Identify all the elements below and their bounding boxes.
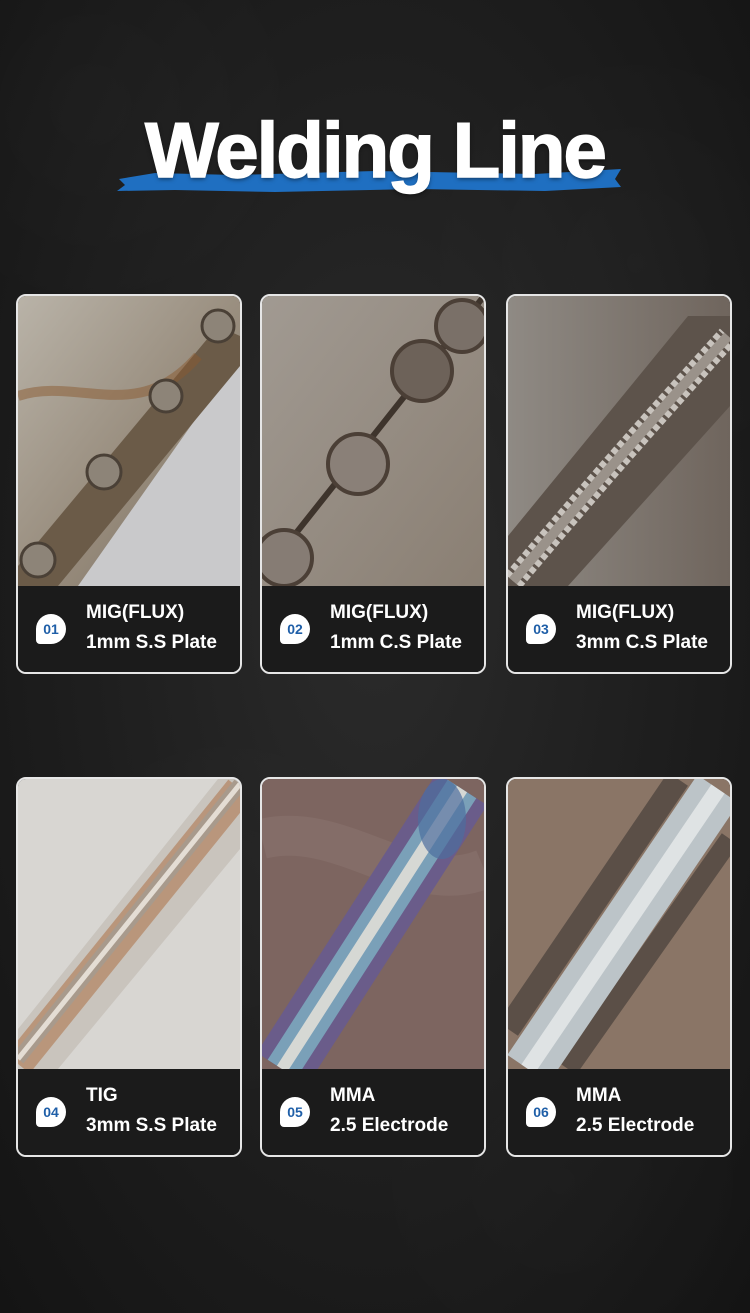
weld-photo: [262, 779, 484, 1069]
weld-card-1: 01 MIG(FLUX) 1mm S.S Plate: [16, 294, 242, 674]
process-label: MMA: [330, 1085, 376, 1106]
weld-photo: [262, 296, 484, 586]
process-label: MIG(FLUX): [86, 602, 185, 623]
weld-card-3: 03 MIG(FLUX) 3mm C.S Plate: [506, 294, 732, 674]
page-title: Welding Line: [144, 105, 607, 195]
number-badge: 01: [36, 614, 66, 644]
weld-photo: [508, 296, 730, 586]
weld-card-4: 04 TIG 3mm S.S Plate: [16, 777, 242, 1157]
material-label: 3mm S.S Plate: [86, 1115, 217, 1136]
weld-photo: [508, 779, 730, 1069]
material-label: 1mm S.S Plate: [86, 632, 217, 653]
card-caption: 05 MMA 2.5 Electrode: [262, 1069, 484, 1155]
weld-photo: [18, 296, 240, 586]
process-label: MIG(FLUX): [330, 602, 429, 623]
card-caption: 02 MIG(FLUX) 1mm C.S Plate: [262, 586, 484, 672]
number-badge: 06: [526, 1097, 556, 1127]
number-badge: 05: [280, 1097, 310, 1127]
card-caption: 06 MMA 2.5 Electrode: [508, 1069, 730, 1155]
process-label: MIG(FLUX): [576, 602, 675, 623]
header: Welding Line: [0, 105, 750, 205]
card-caption: 03 MIG(FLUX) 3mm C.S Plate: [508, 586, 730, 672]
number-badge: 04: [36, 1097, 66, 1127]
weld-photo: [18, 779, 240, 1069]
material-label: 3mm C.S Plate: [576, 632, 708, 653]
card-caption: 04 TIG 3mm S.S Plate: [18, 1069, 240, 1155]
material-label: 2.5 Electrode: [330, 1115, 449, 1136]
card-caption: 01 MIG(FLUX) 1mm S.S Plate: [18, 586, 240, 672]
process-label: TIG: [86, 1085, 118, 1106]
number-badge: 02: [280, 614, 310, 644]
weld-card-6: 06 MMA 2.5 Electrode: [506, 777, 732, 1157]
number-badge: 03: [526, 614, 556, 644]
weld-card-5: 05 MMA 2.5 Electrode: [260, 777, 486, 1157]
weld-card-2: 02 MIG(FLUX) 1mm C.S Plate: [260, 294, 486, 674]
material-label: 2.5 Electrode: [576, 1115, 695, 1136]
process-label: MMA: [576, 1085, 622, 1106]
material-label: 1mm C.S Plate: [330, 632, 462, 653]
